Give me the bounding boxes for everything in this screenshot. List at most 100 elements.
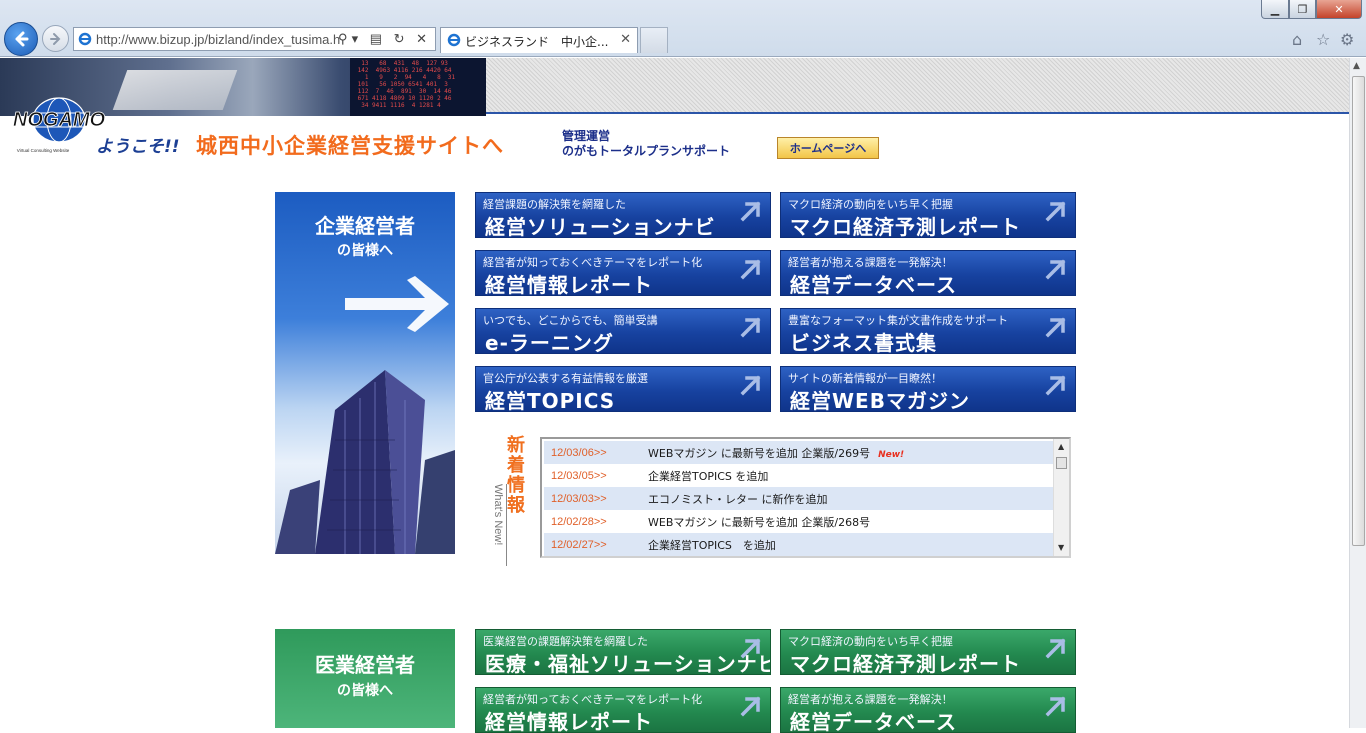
stock-board-image: 13 68 431 48 127 93 142 4963 4116 216 44… xyxy=(350,58,486,116)
menu-button-label: 経営情報レポート xyxy=(485,273,653,296)
tab-active[interactable]: ビジネスランド 中小企... ✕ xyxy=(440,27,638,53)
svg-text:NOGAMO: NOGAMO xyxy=(13,109,106,131)
corp-menu-button[interactable]: いつでも、どこからでも、簡単受講 e-ラーニング xyxy=(475,308,771,354)
menu-button-label: 経営情報レポート xyxy=(485,710,653,733)
page-scrollbar[interactable]: ▲ xyxy=(1349,58,1366,728)
news-scroll-down-icon[interactable]: ▼ xyxy=(1058,543,1064,552)
window-close-button[interactable]: ✕ xyxy=(1316,0,1362,19)
menu-button-description: 豊富なフォーマット集が文書作成をサポート xyxy=(788,314,1008,327)
menu-button-label: 医療・福祉ソリューションナビ xyxy=(485,652,771,675)
forward-button[interactable] xyxy=(42,25,69,52)
menu-button-description: 医業経営の課題解決策を網羅した xyxy=(483,635,648,648)
menu-button-label: 経営データベース xyxy=(790,710,957,733)
management-name: のがもトータルプランサポート xyxy=(562,144,731,158)
ie-tab-icon xyxy=(447,33,461,47)
corp-menu-button[interactable]: サイトの新着情報が一目瞭然！ 経営WEBマガジン xyxy=(780,366,1076,412)
news-scroll-up-icon[interactable]: ▲ xyxy=(1058,442,1064,451)
medical-panel: 医業経営者 の皆様へ xyxy=(275,629,455,728)
news-item[interactable]: 12/03/06>> WEBマガジン に最新号を追加 企業版/269号 New! xyxy=(544,441,1055,464)
med-menu-button[interactable]: 経営者が抱える課題を一発解決！ 経営データベース xyxy=(780,687,1076,733)
news-item[interactable]: 12/03/05>> 企業経営TOPICS を追加 xyxy=(544,464,1055,487)
settings-gear-icon[interactable]: ⚙ xyxy=(1340,30,1354,49)
address-url[interactable]: http://www.bizup.jp/bizland/index_tusima… xyxy=(96,32,352,47)
news-list[interactable]: 12/03/06>> WEBマガジン に最新号を追加 企業版/269号 New! 12… xyxy=(540,437,1071,558)
news-link[interactable]: WEBマガジン に最新号を追加 企業版/268号 xyxy=(648,514,870,530)
menu-button-description: いつでも、どこからでも、簡単受講 xyxy=(483,314,658,327)
news-date: 12/03/05>> xyxy=(551,470,607,482)
link-arrow-icon xyxy=(1045,696,1066,717)
news-item[interactable]: 12/03/03>> エコノミスト・レター に新作を追加 xyxy=(544,487,1055,510)
news-link[interactable]: 企業経営TOPICS を追加 xyxy=(648,468,768,484)
news-date: 12/02/28>> xyxy=(551,516,607,528)
menu-button-description: 官公庁が公表する有益情報を厳選 xyxy=(483,372,648,385)
med-menu-button[interactable]: 医業経営の課題解決策を網羅した医療・福祉ソリューションナビ xyxy=(475,629,771,675)
corp-menu-button[interactable]: 経営者が知っておくべきテーマをレポート化経営情報レポート xyxy=(475,250,771,296)
medical-title: 医業経営者 xyxy=(315,653,415,677)
news-scrollbar[interactable]: ▲ ▼ xyxy=(1053,439,1069,556)
med-menu-button[interactable]: マクロ経済の動向をいち早く把握マクロ経済予測レポート xyxy=(780,629,1076,675)
corp-menu-button[interactable]: 豊富なフォーマット集が文書作成をサポートビジネス書式集 xyxy=(780,308,1076,354)
corporate-title: 企業経営者 xyxy=(315,214,415,238)
link-arrow-icon xyxy=(740,317,761,338)
menu-button-label: マクロ経済予測レポート xyxy=(790,215,1021,238)
medical-subtitle: の皆様へ xyxy=(337,683,393,699)
favorites-star-icon[interactable]: ☆ xyxy=(1316,30,1330,49)
news-item[interactable]: 12/02/27>> 企業経営TOPICS を追加 xyxy=(544,533,1055,556)
ie-favicon-icon xyxy=(78,32,92,46)
news-label: 新着情報 xyxy=(507,435,525,516)
homepage-button[interactable]: ホームページへ xyxy=(777,137,879,159)
news-scroll-thumb[interactable] xyxy=(1056,457,1067,469)
welcome-text: ようこそ!! xyxy=(96,137,180,157)
news-text: 企業経営TOPICS を追加 xyxy=(648,539,776,552)
corp-menu-button[interactable]: マクロ経済の動向をいち早く把握 マクロ経済予測レポート xyxy=(780,192,1076,238)
med-menu-button[interactable]: 経営者が知っておくべきテーマをレポート化経営情報レポート xyxy=(475,687,771,733)
link-arrow-icon xyxy=(1045,259,1066,280)
header-pattern xyxy=(486,58,1349,114)
back-arrow-icon xyxy=(15,31,29,47)
news-item[interactable]: 12/02/28>> WEBマガジン に最新号を追加 企業版/268号 xyxy=(544,510,1055,533)
news-divider xyxy=(506,484,507,566)
forward-arrow-icon xyxy=(49,32,60,45)
address-bar[interactable]: http://www.bizup.jp/bizland/index_tusima… xyxy=(73,27,436,51)
corporate-panel: 企業経営者 の皆様へ xyxy=(275,192,455,554)
link-arrow-icon xyxy=(1045,638,1066,659)
menu-button-label: マクロ経済予測レポート xyxy=(790,652,1021,675)
menu-button-description: 経営者が知っておくべきテーマをレポート化 xyxy=(483,693,703,706)
news-link[interactable]: 企業経営TOPICS を追加 xyxy=(648,537,776,553)
news-label-en: What's New! xyxy=(492,484,504,546)
home-icon[interactable]: ⌂ xyxy=(1292,30,1302,49)
new-tab-button[interactable] xyxy=(640,27,668,53)
buildings-image xyxy=(275,370,455,554)
news-date: 12/02/27>> xyxy=(551,539,607,551)
scroll-up-icon[interactable]: ▲ xyxy=(1353,61,1360,71)
corp-menu-button[interactable]: 経営者が抱える課題を一発解決！ 経営データベース xyxy=(780,250,1076,296)
maximize-button[interactable]: ❐ xyxy=(1289,0,1316,19)
back-button[interactable] xyxy=(4,22,38,56)
link-arrow-icon xyxy=(740,259,761,280)
menu-button-description: 経営者が抱える課題を一発解決！ xyxy=(788,693,953,706)
corporate-subtitle: の皆様へ xyxy=(337,243,393,259)
corp-menu-button[interactable]: 官公庁が公表する有益情報を厳選 経営TOPICS xyxy=(475,366,771,412)
menu-button-description: マクロ経済の動向をいち早く把握 xyxy=(788,635,953,648)
menu-button-label: 経営WEBマガジン xyxy=(790,389,970,412)
minimize-button[interactable]: ▁ xyxy=(1261,0,1289,19)
address-tools-icons[interactable]: ⚲▾ ▤ ↻ ✕ xyxy=(338,31,431,47)
link-arrow-icon xyxy=(740,201,761,222)
link-arrow-icon xyxy=(1045,201,1066,222)
svg-text:Virtual Consulting Website: Virtual Consulting Website xyxy=(17,148,70,153)
tab-title: ビジネスランド 中小企... xyxy=(465,35,609,49)
tab-close-icon[interactable]: ✕ xyxy=(620,32,631,47)
scroll-thumb[interactable] xyxy=(1352,76,1365,546)
big-arrow-icon xyxy=(345,276,449,332)
corp-menu-button[interactable]: 経営課題の解決策を網羅した 経営ソリューションナビ xyxy=(475,192,771,238)
menu-button-label: 経営ソリューションナビ xyxy=(485,215,716,238)
link-arrow-icon xyxy=(1045,317,1066,338)
news-link[interactable]: WEBマガジン に最新号を追加 企業版/269号 New! xyxy=(648,445,904,461)
menu-button-description: 経営者が知っておくべきテーマをレポート化 xyxy=(483,256,703,269)
new-badge: New! xyxy=(878,450,905,460)
header-papers-image xyxy=(112,70,238,110)
news-link[interactable]: エコノミスト・レター に新作を追加 xyxy=(648,491,828,507)
menu-button-description: サイトの新着情報が一目瞭然！ xyxy=(788,372,942,385)
menu-button-label: ビジネス書式集 xyxy=(790,331,937,354)
browser-chrome: ▁ ❐ ✕ http://www.bizup.jp/bizland/index_… xyxy=(0,0,1366,57)
